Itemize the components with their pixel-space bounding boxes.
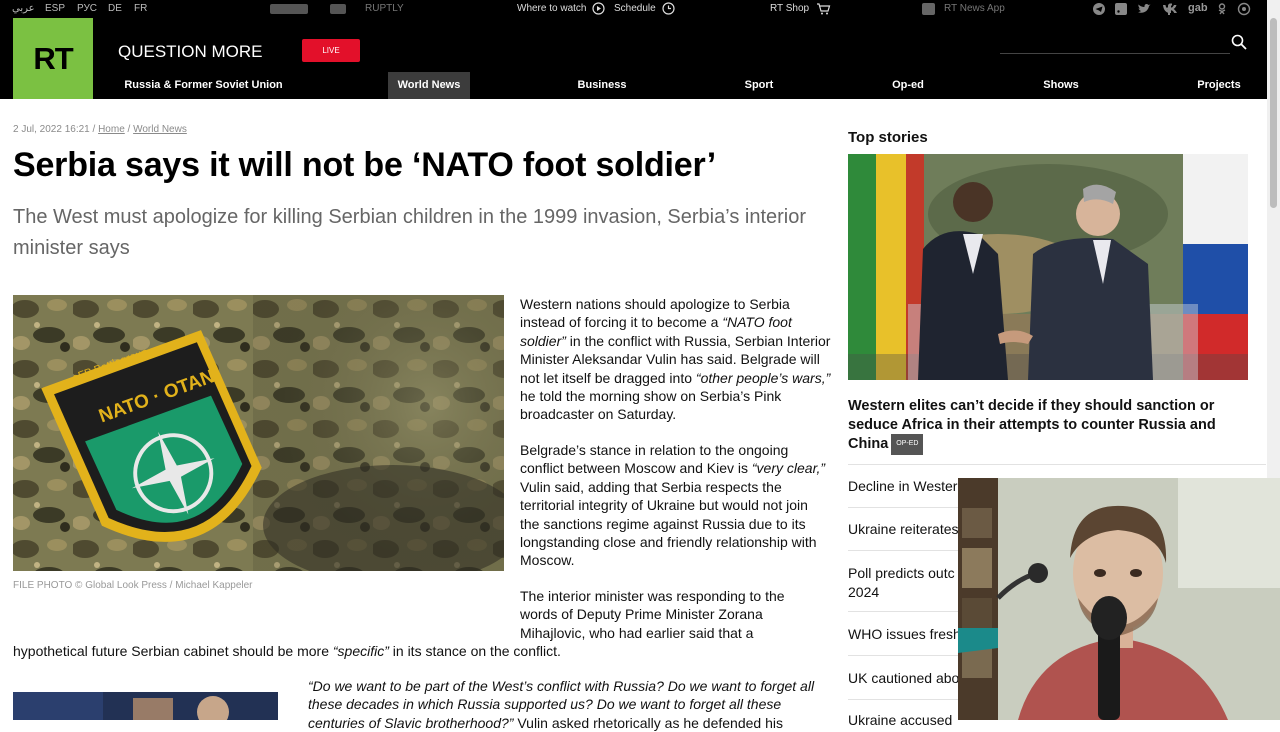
site-header: RT QUESTION MORE LIVE Russia & Former So… [0,18,1267,99]
article-title: Serbia says it will not be ‘NATO foot so… [13,146,717,184]
article-paragraph-3a: The interior minister was responding to … [520,588,785,641]
vk-icon[interactable] [1162,4,1178,14]
op-ed-badge: OP-ED [891,434,924,455]
main-nav: Russia & Former Soviet Union World News … [93,72,1267,99]
nav-sport[interactable]: Sport [735,72,783,99]
cart-icon [817,3,831,15]
nav-projects[interactable]: Projects [1187,72,1251,99]
telegram-icon[interactable] [1093,3,1105,15]
inline-photo[interactable] [13,692,278,720]
divider [848,464,1266,465]
partner-ruptly[interactable]: RUPTLY [365,3,404,14]
nav-world-news[interactable]: World News [388,72,470,99]
lang-esp[interactable]: ESP [45,3,65,14]
article-subtitle: The West must apologize for killing Serb… [13,206,807,259]
top-stories-heading: Top stories [848,129,928,146]
image-caption: FILE PHOTO © Global Look Press / Michael… [13,580,253,591]
schedule-link[interactable]: Schedule [614,3,656,14]
twitter-icon[interactable] [1137,3,1151,15]
top-story-image[interactable] [848,154,1248,380]
article-paragraph-3b: hypothetical future Serbian cabinet shou… [13,643,561,659]
settings-icon[interactable] [1237,2,1251,16]
webcam-overlay [958,478,1280,720]
article-paragraph-4: “Do we want to be part of the West’s con… [308,678,815,731]
scrollbar-thumb[interactable] [1270,18,1277,208]
lang-rus[interactable]: РУС [77,3,97,14]
article-paragraph-2: Belgrade’s stance in relation to the ong… [520,442,826,569]
partner-logo-icon[interactable] [270,4,308,14]
rt-news-app-link[interactable]: RT News App [944,3,1005,14]
play-icon [592,2,605,15]
nav-op-ed[interactable]: Op-ed [883,72,933,99]
breadcrumb-home[interactable]: Home [98,124,125,135]
site-slogan: QUESTION MORE [118,42,263,61]
rss-icon[interactable] [1115,3,1127,15]
search-icon[interactable] [1231,34,1247,50]
rt-logo[interactable]: RT [13,18,93,99]
clock-icon [662,2,675,15]
nav-business[interactable]: Business [569,72,635,99]
article-paragraph-1: Western nations should apologize to Serb… [520,296,831,423]
article-hero-image[interactable]: NATO · OTAN eFP Battlegroup [13,295,504,571]
breadcrumb-world-news[interactable]: World News [133,124,187,135]
nav-shows[interactable]: Shows [1033,72,1089,99]
nav-russia-fsu[interactable]: Russia & Former Soviet Union [121,72,286,99]
article-date: 2 Jul, 2022 16:21 [13,124,90,135]
gab-icon[interactable]: gab [1188,2,1208,14]
lang-de[interactable]: DE [108,3,122,14]
search-input[interactable] [1000,53,1230,54]
rt-app-icon [922,3,935,15]
where-to-watch-link[interactable]: Where to watch [517,3,586,14]
article-meta: 2 Jul, 2022 16:21 / Home / World News [13,124,187,135]
top-utility-bar: عربي ESP РУС DE FR RUPTLY Where to watch… [0,0,1267,18]
lang-fr[interactable]: FR [134,3,147,14]
live-button[interactable]: LIVE [302,39,360,62]
odnoklassniki-icon[interactable] [1216,3,1228,15]
partner-logo-icon[interactable] [330,4,346,14]
top-story-title[interactable]: Western elites can’t decide if they shou… [848,397,1238,455]
lang-arabic[interactable]: عربي [12,3,35,14]
rt-shop-link[interactable]: RT Shop [770,3,809,14]
